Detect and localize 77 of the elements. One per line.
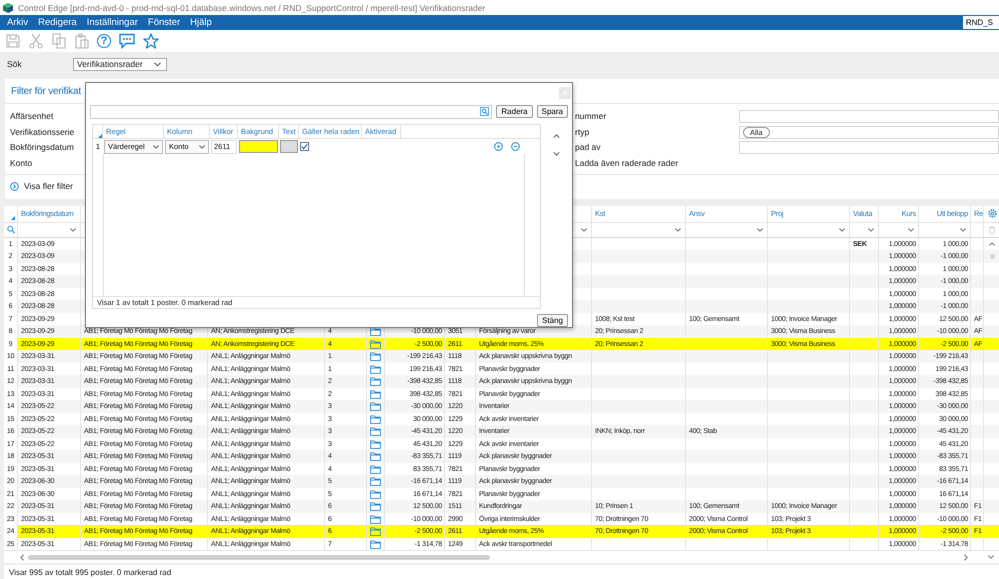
sort-corner-icon	[98, 134, 102, 138]
menu-item[interactable]: Inställningar	[82, 17, 143, 28]
help-button[interactable]: ?	[97, 34, 111, 48]
dialog-button[interactable]: Radera	[496, 105, 533, 118]
expand-circle-icon[interactable]	[10, 182, 19, 190]
folder-icon[interactable]	[370, 427, 381, 436]
folder-icon[interactable]	[370, 490, 381, 499]
scroll-left-icon[interactable]	[20, 554, 24, 561]
filter-field[interactable]	[739, 110, 999, 124]
menu-item[interactable]: Redigera	[33, 17, 82, 28]
chevron-down-icon[interactable]	[960, 228, 966, 232]
star-icon[interactable]	[143, 33, 159, 49]
chevron-down-icon[interactable]	[70, 228, 76, 232]
search-field[interactable]	[90, 104, 492, 118]
folder-icon[interactable]	[370, 464, 381, 474]
folder-icon[interactable]	[370, 540, 381, 549]
folder-icon[interactable]	[370, 390, 381, 399]
chevron-down-icon	[199, 144, 205, 148]
filter-label: rtyp	[575, 126, 590, 139]
folder-icon[interactable]	[370, 340, 381, 349]
filter-label: nummer	[575, 110, 608, 123]
filter-label: Bokföringsdatum	[10, 141, 74, 154]
chevron-down-icon[interactable]	[839, 228, 845, 232]
search-type-dropdown[interactable]: Verifikationsrader	[73, 58, 167, 70]
dot-circle-icon[interactable]	[494, 142, 503, 151]
filter-label: pad av	[575, 141, 602, 154]
chevron-down-icon	[154, 62, 161, 66]
text-color-swatch[interactable]	[280, 140, 298, 153]
filter-field[interactable]	[739, 141, 999, 154]
app-logo-icon	[3, 2, 13, 12]
menu-item[interactable]: Fönster	[142, 17, 186, 28]
search-label: Sök	[7, 59, 23, 69]
menu-item[interactable]: Arkiv	[2, 17, 34, 28]
scroll-down-icon[interactable]	[988, 555, 994, 560]
folder-icon[interactable]	[370, 514, 381, 524]
move-up-icon[interactable]	[553, 134, 560, 138]
minus-circle-icon[interactable]	[511, 142, 520, 151]
folder-icon[interactable]	[370, 440, 381, 449]
folder-icon[interactable]	[370, 402, 381, 412]
close-button[interactable]: Stäng	[537, 314, 568, 327]
checkbox-label[interactable]: Ladda även raderade rader	[575, 156, 678, 171]
user-box: RND_S	[962, 16, 999, 29]
filter-title: Filter för verifikat	[11, 86, 81, 97]
folder-icon[interactable]	[370, 364, 381, 374]
sort-corner-icon	[11, 216, 15, 220]
chevron-down-icon[interactable]	[675, 228, 681, 232]
dialog-button[interactable]: Spara	[536, 105, 568, 118]
scroll-right-icon[interactable]	[964, 554, 968, 561]
chevron-down-icon	[153, 144, 159, 148]
folder-icon[interactable]	[370, 377, 381, 386]
scroll-up-icon[interactable]	[989, 242, 995, 246]
chevron-down-icon[interactable]	[868, 228, 874, 232]
folder-icon[interactable]	[370, 477, 381, 486]
filter-label: Konto	[10, 156, 32, 170]
folder-icon[interactable]	[370, 352, 381, 362]
chevron-down-icon[interactable]	[908, 228, 914, 232]
status-text: Visar 995 av totalt 995 poster. 0 markerad rad	[9, 568, 172, 576]
filter-label: Affärsenhet	[10, 110, 54, 123]
filter-label: Verifikationsserie	[10, 126, 74, 138]
horizontal-scrollbar[interactable]	[28, 554, 490, 560]
checkbox[interactable]	[300, 142, 309, 151]
folder-icon[interactable]	[370, 452, 381, 462]
menu-item[interactable]: Hjälp	[185, 17, 217, 28]
move-down-icon[interactable]	[553, 152, 560, 156]
settings-icon[interactable]	[988, 209, 996, 218]
scroll-thumb[interactable]	[990, 254, 994, 260]
background-color-swatch[interactable]	[239, 140, 278, 153]
search-icon	[480, 107, 490, 116]
chat-icon[interactable]	[118, 33, 136, 49]
folder-icon[interactable]	[370, 414, 381, 424]
window-title: Control Edge [prd-rnd-avd-0 - prod-rnd-sql-01.database.windows.net / RND_SupportControl / mperell-test] Verifikationsrader	[18, 2, 486, 12]
folder-icon[interactable]	[370, 527, 381, 536]
chevron-down-icon[interactable]	[581, 228, 587, 232]
search-icon[interactable]	[7, 225, 15, 234]
folder-icon[interactable]	[370, 502, 381, 512]
chevron-down-icon[interactable]	[757, 228, 763, 232]
more-filters-link[interactable]: Visa fler filter	[24, 181, 73, 191]
